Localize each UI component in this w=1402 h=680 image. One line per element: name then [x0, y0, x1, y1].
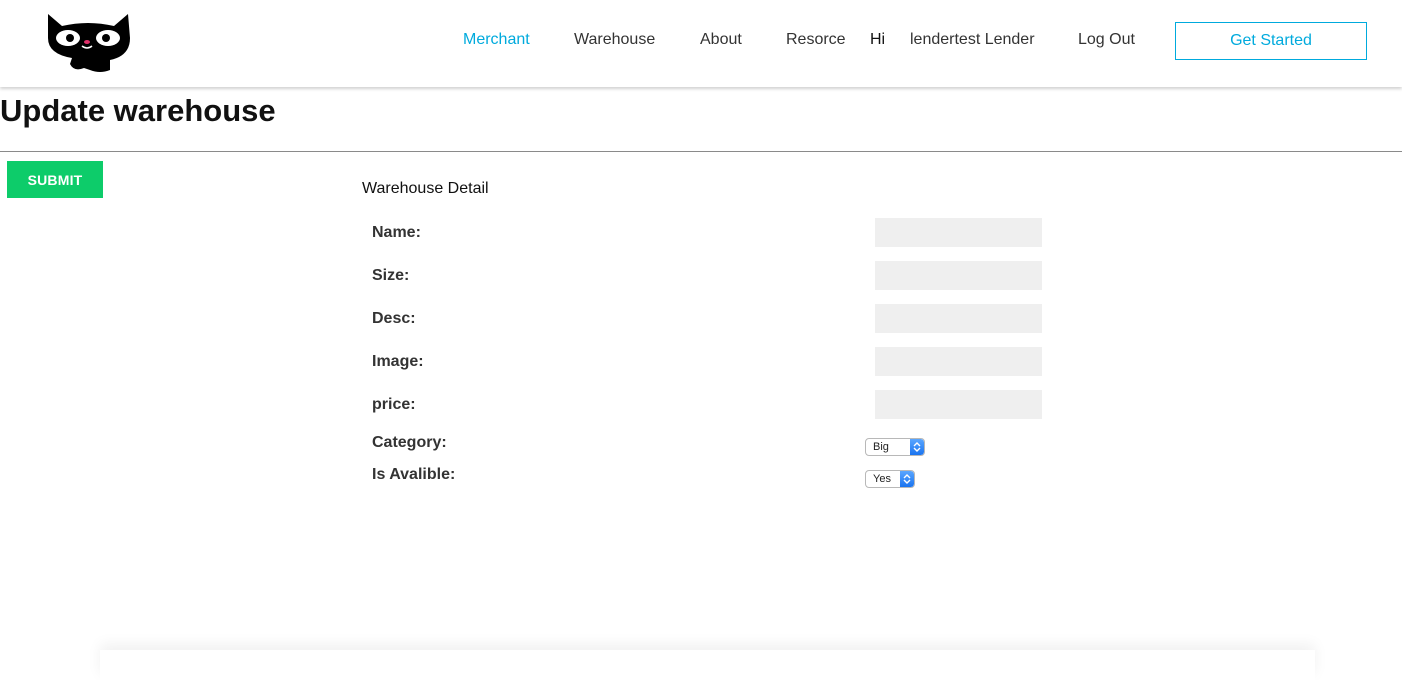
- category-selected-value: Big: [873, 441, 889, 453]
- page-title: Update warehouse: [0, 93, 276, 128]
- section-title: Warehouse Detail: [362, 180, 489, 197]
- price-label: price:: [372, 396, 416, 413]
- site-header: Merchant Warehouse About Resorce Hi lend…: [0, 0, 1402, 87]
- nav-resorce[interactable]: Resorce: [786, 30, 846, 50]
- logout-link[interactable]: Log Out: [1078, 30, 1135, 50]
- footer-edge: [100, 650, 1315, 680]
- size-label: Size:: [372, 267, 410, 284]
- availability-label: Is Avalible:: [372, 466, 456, 483]
- nav-warehouse[interactable]: Warehouse: [574, 30, 655, 50]
- category-label: Category:: [372, 434, 447, 451]
- name-input[interactable]: [875, 218, 1042, 247]
- submit-button[interactable]: SUBMIT: [7, 161, 103, 198]
- category-select[interactable]: Big: [865, 438, 925, 456]
- desc-label: Desc:: [372, 310, 416, 327]
- chevron-up-down-icon: [910, 439, 924, 455]
- size-input[interactable]: [875, 261, 1042, 290]
- image-label: Image:: [372, 353, 424, 370]
- chevron-up-down-icon: [900, 471, 914, 487]
- get-started-button[interactable]: Get Started: [1175, 22, 1367, 60]
- desc-input[interactable]: [875, 304, 1042, 333]
- name-label: Name:: [372, 224, 421, 241]
- image-input[interactable]: [875, 347, 1042, 376]
- nav-about[interactable]: About: [700, 30, 742, 50]
- nav-merchant[interactable]: Merchant: [463, 30, 530, 50]
- user-name-link[interactable]: lendertest Lender: [910, 30, 1035, 50]
- title-divider: [0, 151, 1402, 152]
- availability-selected-value: Yes: [873, 473, 891, 485]
- availability-select[interactable]: Yes: [865, 470, 915, 488]
- cat-logo-icon[interactable]: [44, 12, 132, 74]
- price-input[interactable]: [875, 390, 1042, 419]
- greeting-text: Hi: [870, 31, 886, 48]
